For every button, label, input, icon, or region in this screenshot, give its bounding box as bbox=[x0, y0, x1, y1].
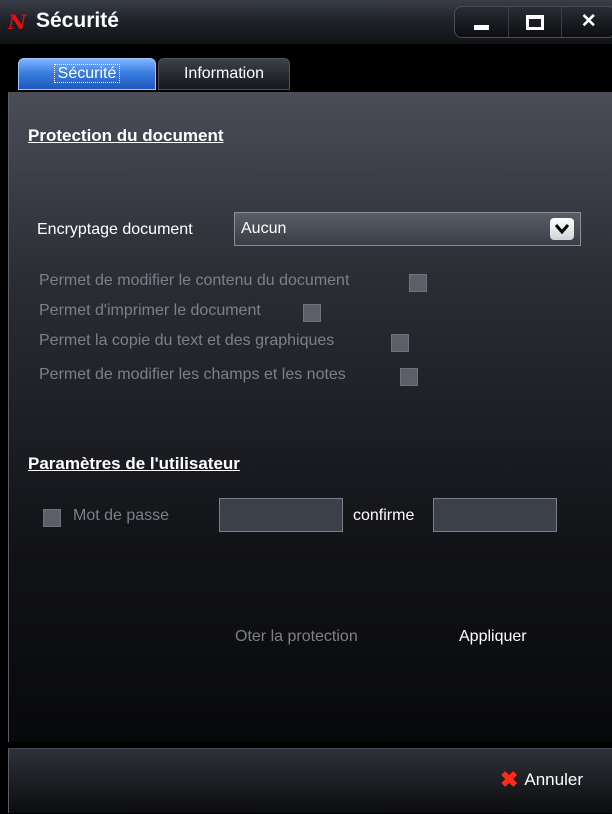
password-input[interactable] bbox=[219, 498, 343, 532]
encryption-label: Encryptage document bbox=[37, 221, 193, 238]
encryption-value: Aucun bbox=[241, 220, 287, 237]
maximize-button[interactable] bbox=[509, 7, 563, 37]
minimize-icon bbox=[473, 24, 489, 30]
minimize-button[interactable] bbox=[455, 7, 509, 37]
permission-modify-fields-label: Permet de modifier les champs et les not… bbox=[39, 366, 346, 383]
permission-modify-content-label: Permet de modifier le contenu du documen… bbox=[39, 272, 350, 289]
confirm-password-input[interactable] bbox=[433, 498, 557, 532]
maximize-icon bbox=[526, 14, 544, 30]
permission-copy-label: Permet la copie du text et des graphique… bbox=[39, 332, 335, 349]
permission-print-label: Permet d'imprimer le document bbox=[39, 302, 261, 319]
tab-information[interactable]: Information bbox=[158, 58, 290, 90]
tab-strip: Sécurité Information bbox=[0, 44, 612, 92]
close-button[interactable]: ✕ bbox=[562, 7, 612, 37]
window-title: Sécurité bbox=[36, 9, 119, 32]
dialog-footer: ✖ Annuler bbox=[8, 748, 612, 813]
close-icon: ✕ bbox=[580, 11, 597, 32]
permission-modify-fields-checkbox[interactable] bbox=[400, 368, 418, 386]
chevron-down-icon[interactable] bbox=[550, 218, 574, 240]
cancel-button[interactable]: ✖ Annuler bbox=[500, 769, 583, 791]
protection-section-title: Protection du document bbox=[28, 126, 224, 145]
security-dialog: N Sécurité ✕ Sécurité Information Protec… bbox=[0, 0, 612, 814]
tab-label: Sécurité bbox=[53, 64, 121, 83]
cancel-icon: ✖ bbox=[499, 767, 519, 792]
window-controls: ✕ bbox=[454, 6, 612, 38]
user-section-title: Paramètres de l'utilisateur bbox=[28, 454, 240, 473]
tab-label: Information bbox=[183, 65, 265, 82]
security-panel: Protection du document Encryptage docume… bbox=[8, 92, 612, 742]
permission-copy-checkbox[interactable] bbox=[391, 334, 409, 352]
encryption-select[interactable]: Aucun bbox=[234, 212, 581, 246]
app-logo-icon: N bbox=[8, 10, 27, 34]
tab-securite[interactable]: Sécurité bbox=[18, 58, 156, 90]
password-checkbox[interactable] bbox=[43, 509, 61, 527]
remove-protection-button[interactable]: Oter la protection bbox=[235, 628, 358, 646]
apply-button[interactable]: Appliquer bbox=[459, 628, 527, 646]
cancel-label: Annuler bbox=[524, 770, 583, 789]
password-label: Mot de passe bbox=[73, 507, 170, 524]
permission-modify-content-checkbox[interactable] bbox=[409, 274, 427, 292]
confirm-label: confirme bbox=[353, 507, 415, 524]
permission-print-checkbox[interactable] bbox=[303, 304, 321, 322]
title-bar[interactable]: N Sécurité ✕ bbox=[0, 0, 612, 45]
